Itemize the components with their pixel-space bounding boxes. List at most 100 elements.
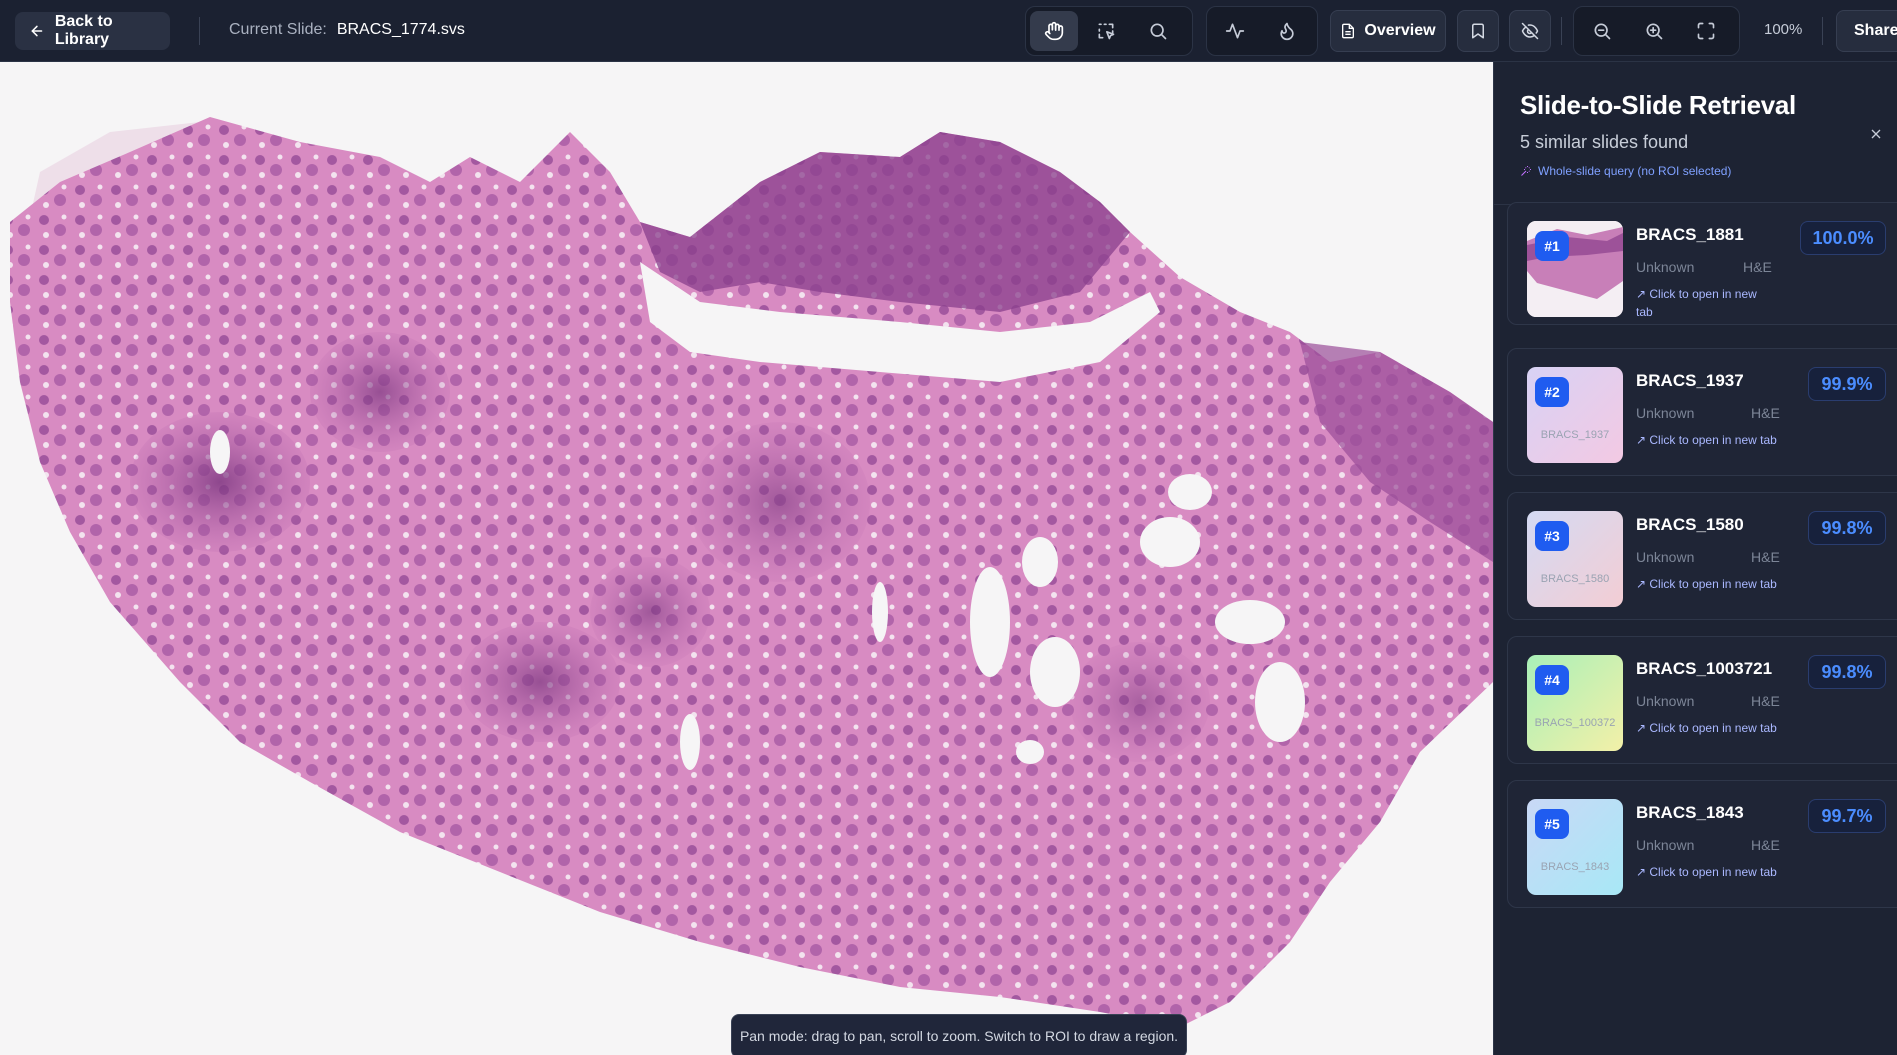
result-card[interactable]: BRACS_1843 #5 BRACS_1843 Unknown H&E ↗ C… [1507,780,1897,908]
current-slide-label: Current Slide: [229,21,327,38]
roi-select-tool-button[interactable] [1082,11,1130,51]
result-stain: H&E [1751,837,1780,853]
zoom-in-button[interactable] [1630,11,1678,51]
cyst-space [1140,517,1200,567]
thumbnail-label: BRACS_1843 [1540,861,1610,873]
overview-label: Overview [1364,22,1436,39]
open-in-new-tab-link[interactable]: ↗ Click to open in new tab [1636,431,1777,449]
result-stain: H&E [1751,405,1780,421]
rank-badge: #5 [1535,809,1569,839]
cyst-space [680,714,700,770]
bookmark-icon [1472,23,1484,39]
close-panel-button[interactable] [1864,122,1888,146]
rank-badge: #1 [1535,231,1569,261]
result-stain: H&E [1743,259,1772,275]
flame-icon [1280,22,1294,41]
query-note: Whole-slide query (no ROI selected) [1520,164,1731,178]
result-diagnosis: Unknown [1636,693,1695,709]
result-name: BRACS_1843 [1636,803,1744,822]
close-icon [1871,129,1881,139]
toolbar-divider [199,17,200,45]
result-stain: H&E [1751,549,1780,565]
slide-viewer[interactable]: Pan mode: drag to pan, scroll to zoom. S… [0,62,1493,1055]
fullscreen-button[interactable] [1682,11,1730,51]
panel-title: Slide-to-Slide Retrieval [1520,90,1796,120]
slide-image[interactable] [0,62,1493,1055]
search-icon [1150,23,1167,40]
query-note-text: Whole-slide query (no ROI selected) [1538,164,1732,178]
similarity-score: 99.7% [1808,799,1886,833]
eye-off-icon [1521,22,1539,40]
rank-badge: #4 [1535,665,1569,695]
open-in-new-tab-link[interactable]: ↗ Click to open in new tab [1636,285,1776,321]
result-card[interactable]: BRACS_1937 #2 BRACS_1937 Unknown H&E ↗ C… [1507,348,1897,476]
cyst-space [1168,474,1212,510]
gland-cluster [310,332,450,452]
gland-cluster [590,557,710,667]
result-name: BRACS_1937 [1636,371,1744,390]
thumbnail-label: BRACS_1937 [1540,429,1610,441]
cyst-space [1022,537,1058,587]
search-tool-button[interactable] [1134,11,1182,51]
zoom-tool-group [1573,6,1740,56]
link-label: Click to open in new tab [1649,433,1777,447]
activity-tool-button[interactable] [1211,11,1259,51]
cyst-space [210,430,230,474]
result-name: BRACS_1580 [1636,515,1744,534]
hand-icon [1044,21,1064,41]
link-label: Click to open in new tab [1636,287,1757,319]
toggle-annotations-button[interactable] [1509,10,1551,52]
open-in-new-tab-link[interactable]: ↗ Click to open in new tab [1636,863,1777,881]
thumbnail-label: BRACS_100372 [1534,717,1616,729]
cyst-space [1016,740,1044,764]
top-toolbar: Back to Library Current Slide: BRACS_177… [0,0,1897,62]
open-in-new-tab-link[interactable]: ↗ Click to open in new tab [1636,575,1777,593]
result-stain: H&E [1751,693,1780,709]
result-diagnosis: Unknown [1636,405,1695,421]
result-card[interactable]: #1 BRACS_1881 Unknown H&E ↗ Click to ope… [1507,202,1897,325]
result-diagnosis: Unknown [1636,549,1695,565]
activity-icon [1225,23,1245,39]
thumbnail-label: BRACS_1580 [1540,573,1610,585]
heatmap-tool-button[interactable] [1263,11,1311,51]
panel-subtitle: 5 similar slides found [1520,132,1689,152]
mode-hint-toast: Pan mode: drag to pan, scroll to zoom. S… [731,1014,1187,1055]
cyst-space [1215,600,1285,644]
link-label: Click to open in new tab [1649,721,1777,735]
toolbar-divider [1822,17,1823,45]
document-icon [1342,23,1355,39]
back-to-library-button[interactable]: Back to Library [15,12,170,50]
zoom-out-button[interactable] [1578,11,1626,51]
pan-tool-button[interactable] [1030,11,1078,51]
arrow-left-icon [31,25,43,37]
analysis-tool-group [1206,6,1318,56]
back-label: Back to Library [54,13,113,48]
similarity-score: 99.8% [1808,511,1886,545]
cyst-space [970,567,1010,677]
cyst-space [1255,662,1305,742]
wand-icon [1521,166,1531,176]
result-name: BRACS_1003721 [1636,659,1773,678]
similarity-score: 99.9% [1808,367,1886,401]
open-in-new-tab-link[interactable]: ↗ Click to open in new tab [1636,719,1777,737]
retrieval-panel: Slide-to-Slide Retrieval 5 similar slide… [1493,62,1897,1055]
dense-region [640,132,1130,312]
share-button[interactable]: Share [1836,10,1897,52]
current-slide-info: Current Slide: BRACS_1774.svs [229,21,465,39]
result-diagnosis: Unknown [1636,259,1695,275]
zoom-out-icon [1594,23,1611,40]
result-diagnosis: Unknown [1636,837,1695,853]
result-card[interactable]: BRACS_100372 #4 BRACS_1003721 Unknown H&… [1507,636,1897,764]
navigation-tool-group [1025,6,1193,56]
cyst-space [872,582,888,642]
similarity-score: 100.0% [1800,221,1886,255]
result-card[interactable]: BRACS_1580 #3 BRACS_1580 Unknown H&E ↗ C… [1507,492,1897,620]
bookmark-button[interactable] [1457,10,1499,52]
current-slide-value: BRACS_1774.svs [336,21,465,38]
overview-button[interactable]: Overview [1330,10,1446,52]
result-name: BRACS_1881 [1636,225,1744,244]
gland-cluster [460,622,620,742]
gland-cluster [1070,642,1210,762]
zoom-level-readout: 100% [1764,21,1803,38]
rank-badge: #3 [1535,521,1569,551]
